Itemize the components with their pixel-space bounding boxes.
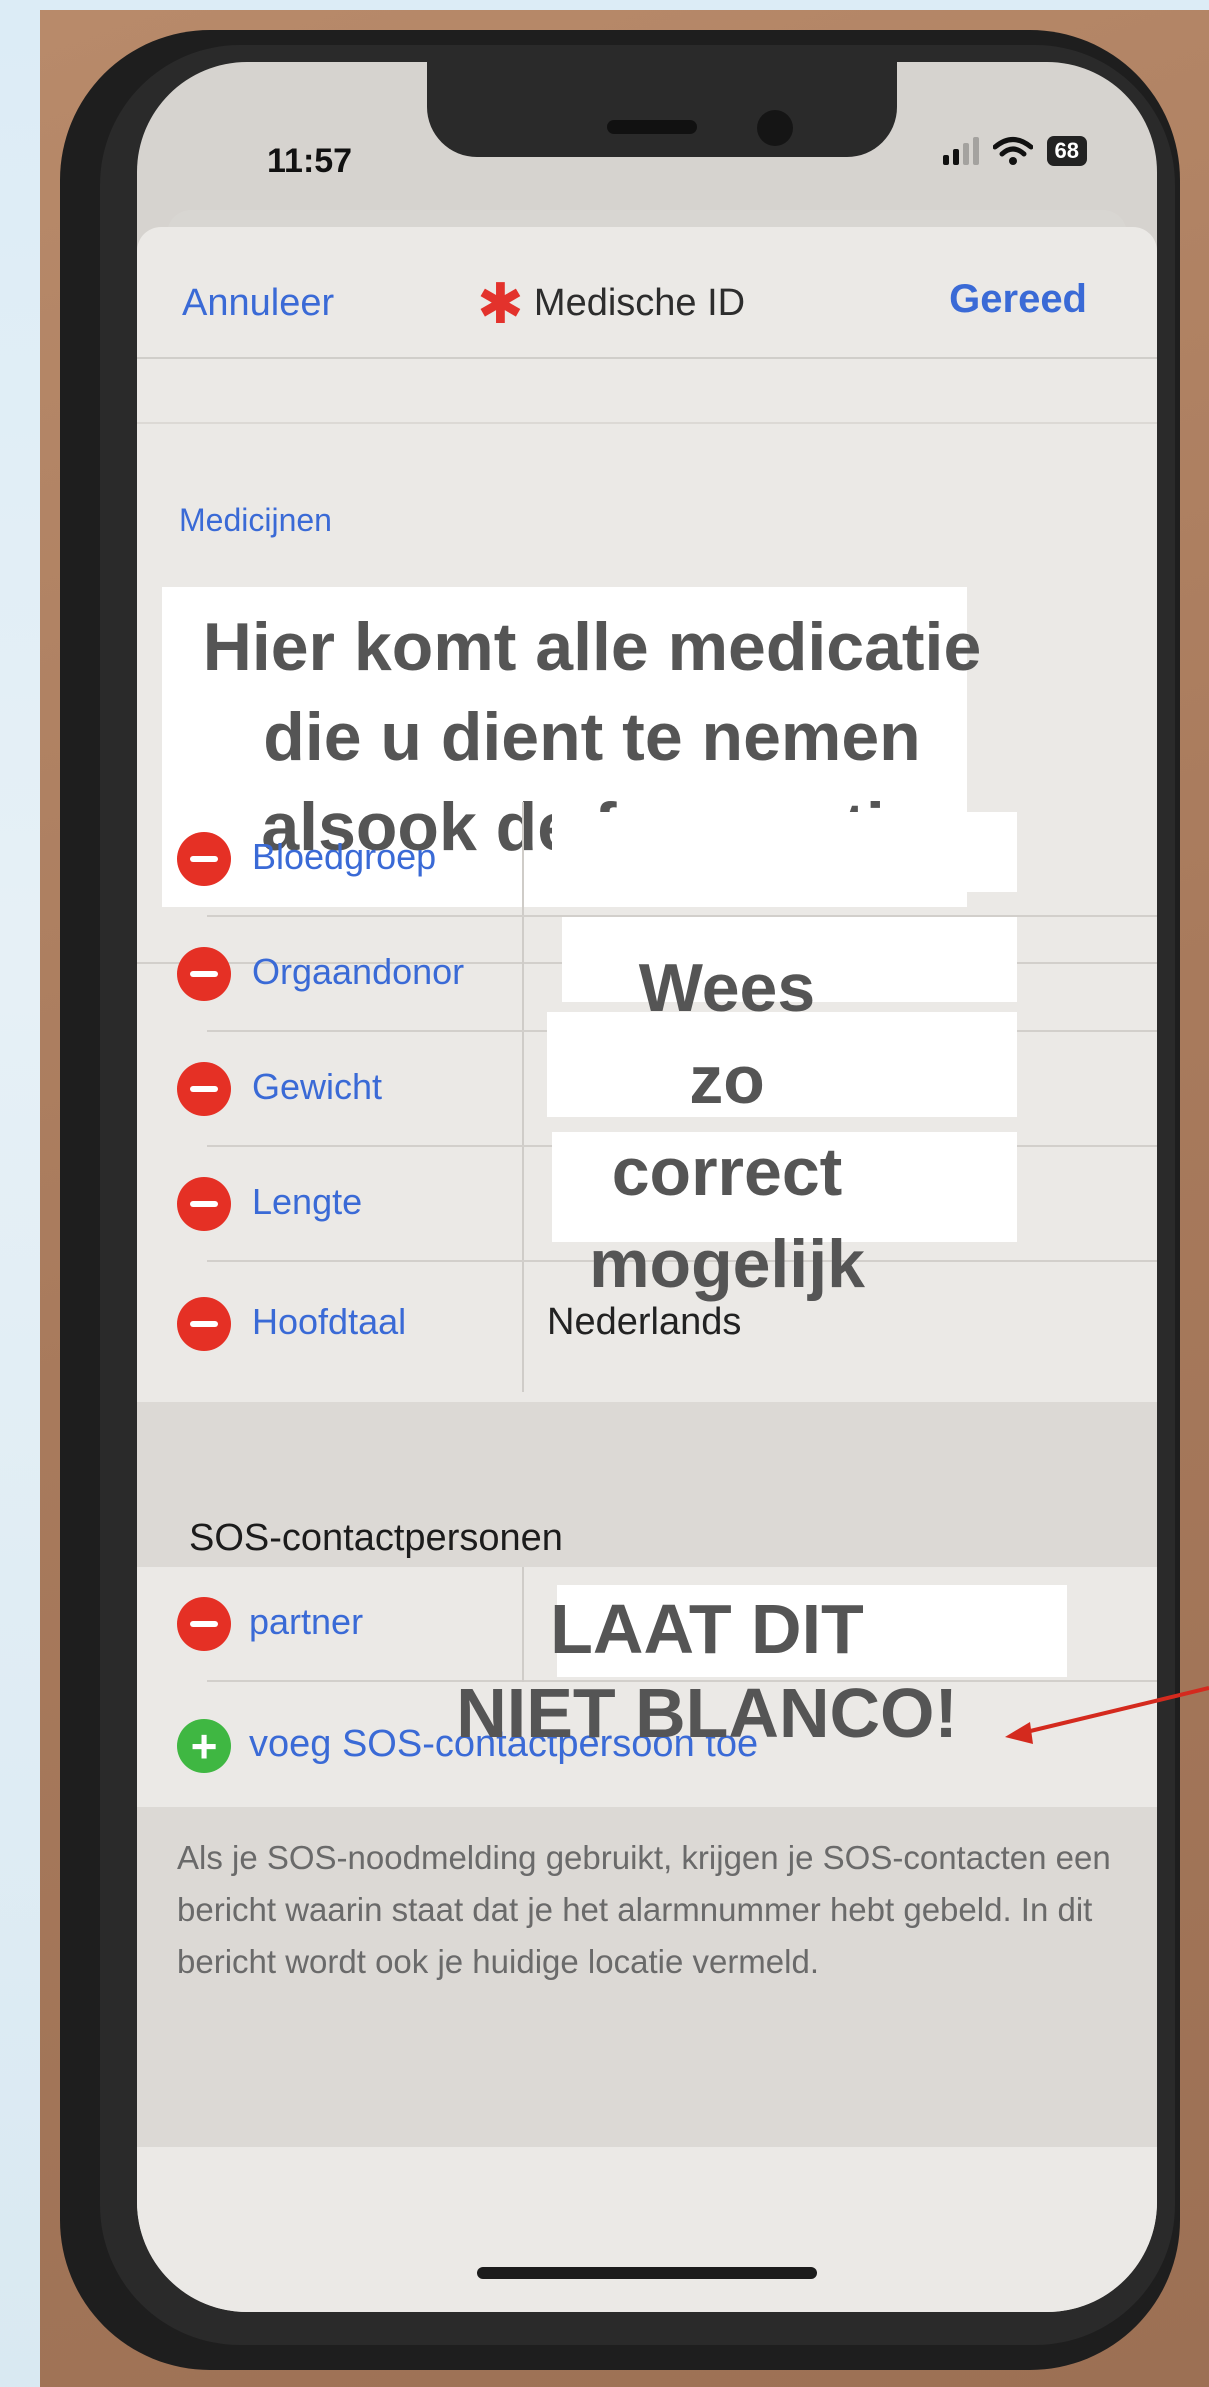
- arrow-line: [1021, 1686, 1209, 1735]
- annotation-arrow: [1005, 1686, 1209, 1744]
- arrow-head-icon: [1005, 1722, 1033, 1744]
